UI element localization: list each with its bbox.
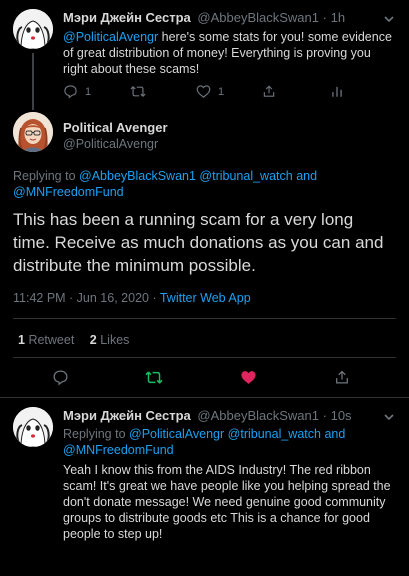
- tweet1-separator: ·: [322, 10, 327, 25]
- main-share-button[interactable]: [334, 369, 350, 386]
- reply-handle[interactable]: @AbbeyBlackSwan1: [197, 408, 319, 423]
- tweet1-display-name[interactable]: Мэри Джейн Сестра: [63, 10, 191, 25]
- main-retweet-count: 1: [18, 333, 25, 347]
- tweet1-time[interactable]: 1h: [331, 10, 345, 25]
- retweet-icon: [145, 369, 163, 386]
- main-retweet-label: Retweet: [28, 333, 75, 347]
- reply-separator: ·: [322, 408, 327, 423]
- reply-time[interactable]: 10s: [331, 408, 352, 423]
- main-likes-stat[interactable]: 2 Likes: [90, 333, 130, 347]
- reply-replying-to-label: Replying to: [63, 427, 130, 441]
- main-retweet-button[interactable]: [145, 369, 163, 386]
- main-text-line2: time. Receive as much donations as you c…: [13, 233, 384, 252]
- main-like-button[interactable]: [240, 369, 257, 386]
- reply-icon: [63, 84, 78, 99]
- like-icon: [196, 84, 211, 99]
- divider: [13, 357, 396, 358]
- reply-replying-to-user-3[interactable]: @MNFreedomFund: [63, 442, 345, 458]
- avatar-mary[interactable]: [13, 407, 53, 447]
- reply-replying-to-and[interactable]: and: [324, 427, 345, 441]
- tweet1-reply-button[interactable]: 1: [63, 84, 91, 99]
- tweet1-like-button[interactable]: 1: [196, 84, 224, 99]
- main-replying-to-label: Replying to: [13, 169, 80, 183]
- main-reply-button[interactable]: [52, 369, 69, 386]
- main-replying-to-and[interactable]: and: [296, 169, 317, 183]
- tweet1-text-line2: of great distribution of money! Everythi…: [63, 46, 371, 60]
- main-display-name[interactable]: Political Avenger: [63, 120, 168, 135]
- reply-replying-to-user-2[interactable]: @tribunal_watch: [228, 427, 321, 441]
- tweet1-reply-count: 1: [85, 85, 92, 98]
- avatar-political-avenger[interactable]: [13, 112, 53, 152]
- analytics-icon: [330, 84, 344, 99]
- main-like-count: 2: [89, 333, 97, 347]
- main-replying-to-user-3[interactable]: @MNFreedomFund: [13, 184, 317, 200]
- divider: [13, 318, 396, 319]
- tweet1-mention[interactable]: @PoliticalAvengr: [63, 30, 158, 44]
- main-replying-to-user-2[interactable]: @tribunal_watch: [199, 169, 292, 183]
- tweet1-analytics-button[interactable]: [330, 84, 344, 99]
- reply-icon: [52, 369, 69, 386]
- divider: [0, 397, 409, 398]
- tweet1-retweet-button[interactable]: [130, 84, 146, 99]
- tweet1-handle[interactable]: @AbbeyBlackSwan1: [197, 10, 319, 25]
- chevron-down-icon[interactable]: [383, 11, 395, 29]
- main-retweets-stat[interactable]: 1 Retweet: [18, 333, 78, 347]
- tweet1-text-line1: here's some stats for you! some evidence: [158, 30, 392, 44]
- main-like-label: Likes: [100, 333, 130, 347]
- main-text-line3: distribute the minimum possible.: [13, 256, 256, 275]
- main-source[interactable]: Twitter Web App: [160, 291, 251, 305]
- reply-text-line: don't donate message! We need genuine go…: [63, 495, 386, 509]
- reply-text-line: Yeah I know this from the AIDS Industry!…: [63, 463, 371, 477]
- thread-line: [32, 53, 34, 110]
- share-icon: [262, 84, 276, 99]
- main-replying-to-user-1[interactable]: @AbbeyBlackSwan1: [79, 169, 196, 183]
- tweet1-text-line3: right about these scams!: [63, 62, 200, 76]
- reply-display-name[interactable]: Мэри Джейн Сестра: [63, 408, 191, 423]
- retweet-icon: [130, 84, 146, 99]
- reply-replying-to-user-1[interactable]: @PoliticalAvengr: [129, 427, 224, 441]
- reply-text-line: people to step up!: [63, 527, 163, 541]
- main-timestamp[interactable]: 11:42 PM · Jun 16, 2020 ·: [13, 291, 160, 305]
- like-icon: [240, 369, 257, 386]
- share-icon: [334, 369, 350, 386]
- main-handle[interactable]: @PoliticalAvengr: [63, 137, 158, 151]
- chevron-down-icon[interactable]: [383, 409, 395, 427]
- reply-text-line: groups to distribute goods etc This is a…: [63, 511, 370, 525]
- tweet1-share-button[interactable]: [262, 84, 276, 99]
- main-text-line1: This has been a running scam for a very …: [13, 210, 354, 229]
- tweet1-like-count: 1: [218, 85, 225, 98]
- reply-text-line: scam! It's great we have people like you…: [63, 479, 391, 493]
- avatar-mary[interactable]: [13, 9, 53, 49]
